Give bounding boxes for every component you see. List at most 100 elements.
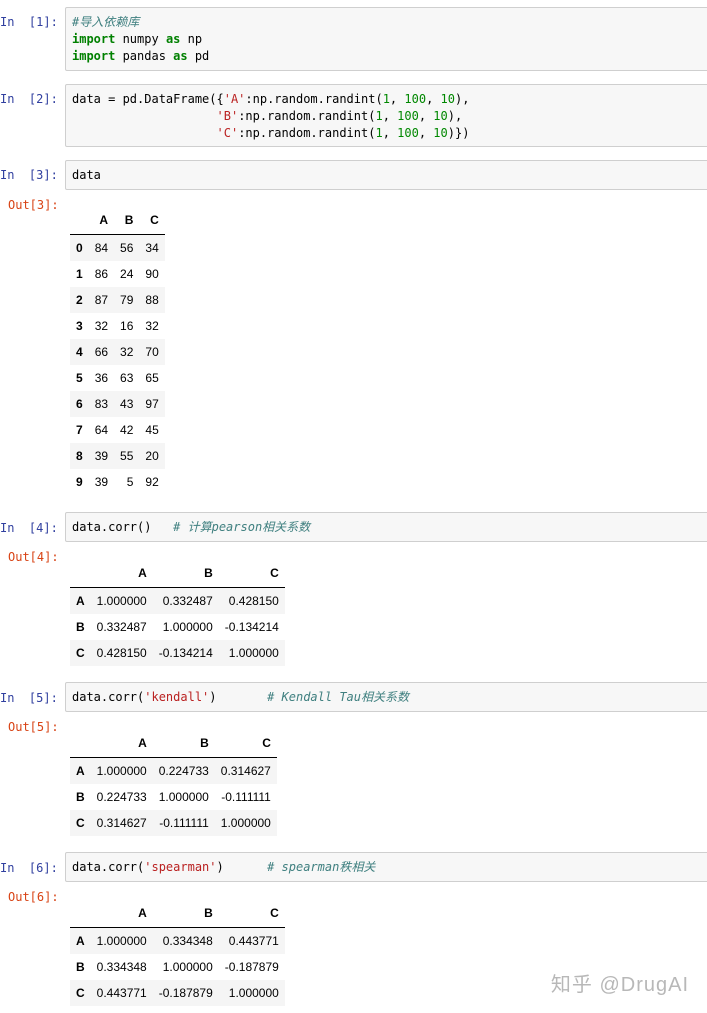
- table-row: A 1.000000 0.332487 0.428150: [70, 587, 285, 614]
- code-token: ,: [382, 109, 398, 123]
- table-cell: 1.000000: [96, 934, 147, 948]
- row-index: 2: [76, 293, 83, 307]
- code-token: 1: [375, 109, 383, 123]
- table-cell: 1.000000: [220, 816, 271, 830]
- code-cell-6[interactable]: data.corr('spearman') # spearman秩相关: [65, 852, 707, 882]
- code-token: 1: [382, 92, 390, 106]
- row-index: 1: [76, 267, 83, 281]
- table-cell: 1.000000: [228, 986, 279, 1000]
- column-header: A: [90, 899, 153, 928]
- table-cell: -0.187879: [224, 960, 279, 974]
- code-token: pd: [187, 49, 210, 63]
- code-cell-5[interactable]: data.corr('kendall') # Kendall Tau相关系数: [65, 682, 707, 712]
- table-row: C 0.314627 -0.111111 1.000000: [70, 810, 277, 836]
- table-cell: 0.428150: [96, 646, 147, 660]
- table-cell: 32: [120, 345, 134, 359]
- code-line: import pandas as pd: [72, 48, 707, 65]
- column-header: [70, 729, 91, 758]
- table-cell: 24: [120, 267, 134, 281]
- code-token: import: [72, 32, 116, 46]
- table-cell: 43: [120, 397, 134, 411]
- code-token: data.corr(: [72, 860, 145, 874]
- code-cell-3[interactable]: data: [65, 160, 707, 190]
- table-cell: 0.314627: [96, 816, 147, 830]
- table-cell: 1.000000: [228, 646, 279, 660]
- code-line: 'C':np.random.randint(1, 100, 10)}): [72, 125, 707, 142]
- column-header: A: [90, 559, 153, 588]
- code-token: # Kendall Tau相关系数: [267, 690, 409, 704]
- table-cell: 83: [94, 397, 109, 411]
- table-cell: 39: [94, 449, 109, 463]
- table-cell: 88: [145, 293, 159, 307]
- dataframe-output-3: A B C 0 84 56 34 1 86 24 90 2 87 79 88 3 32 16 32 4 66 32 70 5 3…: [70, 206, 165, 495]
- code-token: 100: [397, 109, 419, 123]
- table-cell: 0.443771: [96, 986, 147, 1000]
- code-token: ,: [426, 92, 441, 106]
- table-cell: -0.187879: [158, 986, 213, 1000]
- code-line: data.corr('kendall') # Kendall Tau相关系数: [72, 689, 707, 706]
- column-header: B: [152, 899, 219, 928]
- column-header: B: [152, 729, 215, 758]
- table-cell: 55: [120, 449, 134, 463]
- code-token: ): [209, 690, 268, 704]
- table-row: 5 36 63 65: [70, 365, 165, 391]
- input-prompt-3: In [3]:: [0, 168, 58, 182]
- table-cell: 65: [145, 371, 159, 385]
- input-prompt-6: In [6]:: [0, 861, 58, 875]
- code-cell-1[interactable]: #导入依赖库 import numpy as np import pandas as…: [65, 7, 707, 71]
- row-index: C: [76, 986, 85, 1000]
- table-cell: 90: [145, 267, 159, 281]
- table-row: 0 84 56 34: [70, 234, 165, 261]
- table-row: 6 83 43 97: [70, 391, 165, 417]
- dataframe-output-6: A B C A 1.000000 0.334348 0.443771 B 0.334348 1.0…: [70, 899, 285, 1006]
- code-token: data: [72, 168, 101, 182]
- dataframe-output-4: A B C A 1.000000 0.332487 0.428150 B 0.332487 1.0…: [70, 559, 285, 666]
- code-token: np: [180, 32, 203, 46]
- table-row: B 0.334348 1.000000 -0.187879: [70, 954, 285, 980]
- table-cell: 42: [120, 423, 134, 437]
- table-cell: 1.000000: [162, 620, 213, 634]
- code-token: ,: [389, 92, 405, 106]
- code-line: data = pd.DataFrame({'A':np.random.randi…: [72, 91, 707, 108]
- table-row: 4 66 32 70: [70, 339, 165, 365]
- code-token: ,: [418, 126, 434, 140]
- column-header: [70, 206, 89, 235]
- code-token: 10: [433, 109, 448, 123]
- table-cell: 32: [94, 319, 109, 333]
- row-index: C: [76, 816, 85, 830]
- code-token: data.corr(): [72, 520, 174, 534]
- column-header: [70, 899, 91, 928]
- row-index: B: [76, 960, 85, 974]
- column-header: B: [114, 206, 140, 235]
- table-cell: 5: [126, 475, 134, 489]
- row-index: 9: [76, 475, 83, 489]
- table-cell: -0.134214: [224, 620, 279, 634]
- row-index: C: [76, 646, 85, 660]
- table-row: A 1.000000 0.334348 0.443771: [70, 927, 285, 954]
- code-token: )}): [447, 126, 470, 140]
- input-prompt-1: In [1]:: [0, 15, 58, 29]
- code-token: numpy: [115, 32, 166, 46]
- output-prompt-6: Out[6]:: [8, 890, 59, 904]
- table-cell: 97: [145, 397, 159, 411]
- code-cell-4[interactable]: data.corr() # 计算pearson相关系数: [65, 512, 707, 542]
- code-line: data.corr() # 计算pearson相关系数: [72, 519, 707, 536]
- code-token: 100: [397, 126, 419, 140]
- table-cell: 0.334348: [96, 960, 147, 974]
- table-cell: 70: [145, 345, 159, 359]
- table-cell: 39: [94, 475, 109, 489]
- code-token: # spearman秩相关: [267, 860, 376, 874]
- column-header: C: [214, 729, 277, 758]
- table-cell: 0.428150: [228, 594, 279, 608]
- code-token: 10: [433, 126, 448, 140]
- code-token: 100: [404, 92, 427, 106]
- table-cell: -0.111111: [159, 816, 209, 830]
- row-index: 4: [76, 345, 83, 359]
- code-cell-2[interactable]: data = pd.DataFrame({'A':np.random.randi…: [65, 84, 707, 147]
- table-cell: 16: [120, 319, 134, 333]
- table-cell: 32: [145, 319, 159, 333]
- column-header: A: [90, 729, 153, 758]
- code-token: # 计算pearson相关系数: [173, 520, 311, 534]
- code-token: ),: [454, 92, 470, 106]
